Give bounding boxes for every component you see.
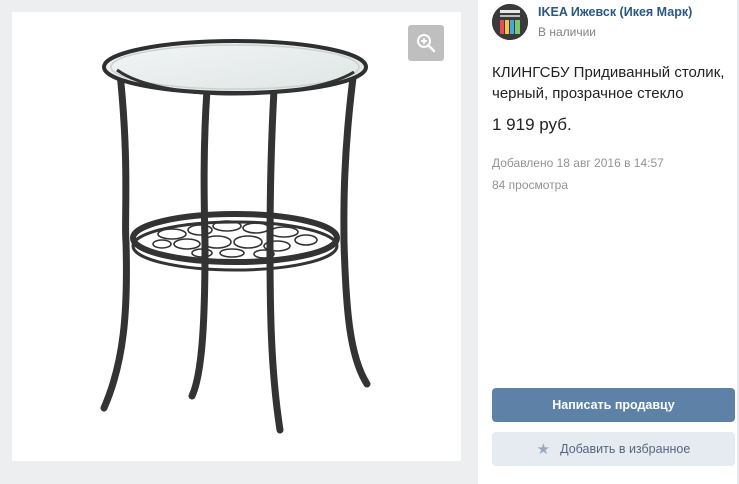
view-count: 84 просмотра (492, 178, 569, 192)
availability-status: В наличии (538, 25, 597, 39)
product-price: 1 919 руб. (492, 115, 572, 134)
star-icon: ★ (536, 440, 551, 458)
zoom-button[interactable] (408, 25, 444, 61)
seller-avatar-image (492, 4, 528, 40)
add-to-favorites-button[interactable]: ★ Добавить в избранное (492, 432, 735, 466)
product-title: КЛИНГСБУ Придиванный столик, черный, про… (492, 64, 725, 102)
added-date: Добавлено 18 авг 2016 в 14:57 (492, 156, 664, 170)
message-seller-button[interactable]: Написать продавцу (492, 388, 735, 422)
message-seller-label: Написать продавцу (552, 398, 675, 412)
seller-block: IKEA Ижевск (Икея Марк) В наличии (492, 4, 692, 40)
seller-avatar[interactable] (492, 4, 528, 40)
item-details-panel: IKEA Ижевск (Икея Марк) В наличии КЛИНГС… (478, 0, 739, 484)
photo-panel (0, 0, 478, 484)
product-photo[interactable] (12, 12, 461, 461)
add-to-favorites-label: Добавить в избранное (560, 442, 691, 456)
side-table-image (100, 39, 371, 434)
zoom-in-icon (417, 34, 436, 53)
seller-name-link[interactable]: IKEA Ижевск (Икея Марк) (538, 5, 692, 19)
market-item-page: IKEA Ижевск (Икея Марк) В наличии КЛИНГС… (0, 0, 739, 484)
seller-info: IKEA Ижевск (Икея Марк) В наличии (538, 5, 692, 39)
